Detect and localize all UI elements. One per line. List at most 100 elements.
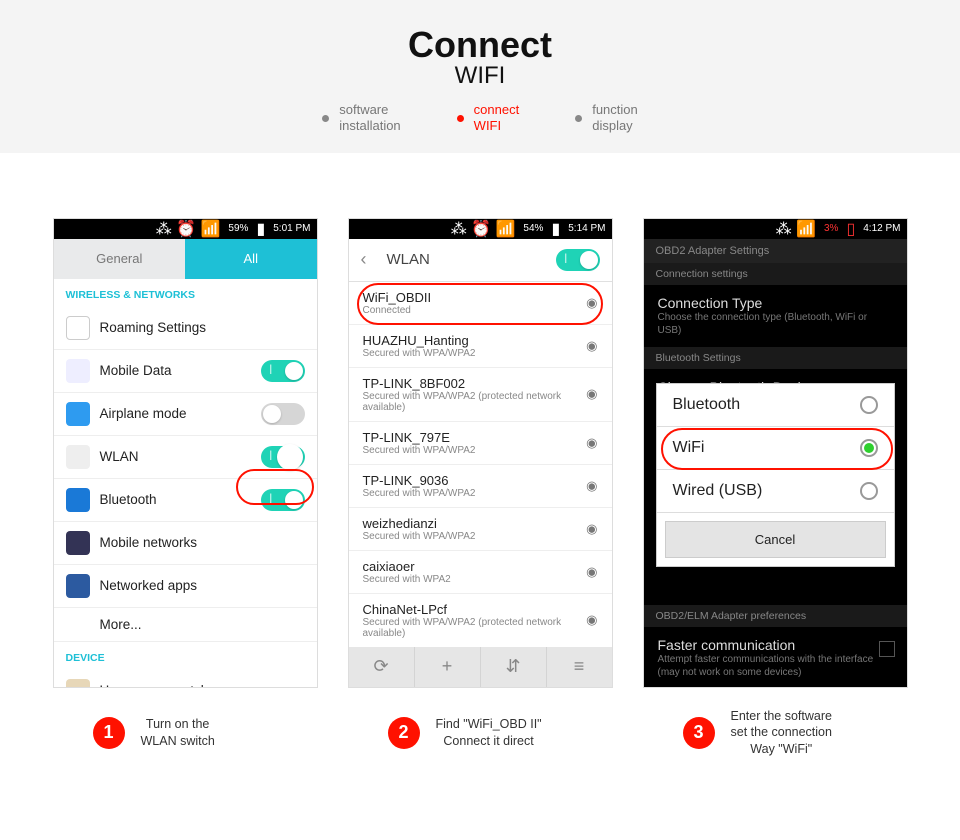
status-bar: ⁂ 📶 3% ▯ 4:12 PM bbox=[644, 219, 907, 239]
settings-row[interactable]: More... bbox=[54, 608, 317, 642]
settings-row[interactable]: Networked apps bbox=[54, 565, 317, 608]
status-icons: ⁂ ⏰ 📶 bbox=[451, 219, 516, 239]
wifi-network-row[interactable]: TP-LINK_797ESecured with WPA/WPA2◉ bbox=[349, 422, 612, 465]
wifi-network-row[interactable]: TP-LINK_8BF002Secured with WPA/WPA2 (pro… bbox=[349, 368, 612, 422]
settings-row[interactable]: Airplane mode bbox=[54, 393, 317, 436]
connection-option[interactable]: Wired (USB) bbox=[657, 470, 894, 513]
faster-comm-row[interactable]: Faster communication Attempt faster comm… bbox=[644, 627, 907, 688]
row-label: Home screen style bbox=[100, 683, 305, 688]
nav-step-1[interactable]: connect WIFI bbox=[457, 102, 520, 135]
radio-icon[interactable] bbox=[860, 396, 878, 414]
nav-label: function display bbox=[592, 102, 638, 135]
cancel-button[interactable]: Cancel bbox=[665, 521, 886, 558]
settings-row[interactable]: Home screen style bbox=[54, 670, 317, 688]
wifi-status: Secured with WPA2 bbox=[363, 574, 598, 585]
status-bar: ⁂ ⏰ 📶 54% ▮ 5:14 PM bbox=[349, 219, 612, 239]
option-label: Wired (USB) bbox=[673, 482, 763, 500]
connection-option[interactable]: Bluetooth bbox=[657, 384, 894, 427]
row-icon bbox=[66, 531, 90, 555]
faster-comm-sub: Attempt faster communications with the i… bbox=[658, 653, 893, 679]
phone-3-frame: ⁂ 📶 3% ▯ 4:12 PM OBD2 Adapter Settings C… bbox=[643, 218, 908, 688]
clock: 4:12 PM bbox=[863, 223, 900, 234]
wlan-header: ‹ WLAN bbox=[349, 239, 612, 282]
nav-label: connect WIFI bbox=[474, 102, 520, 135]
wifi-list: WiFi_OBDIIConnected◉HUAZHU_HantingSecure… bbox=[349, 282, 612, 648]
radio-icon[interactable] bbox=[860, 482, 878, 500]
wifi-network-row[interactable]: ChinaNet-LPcfSecured with WPA/WPA2 (prot… bbox=[349, 594, 612, 648]
phone-3: ⁂ 📶 3% ▯ 4:12 PM OBD2 Adapter Settings C… bbox=[643, 218, 908, 688]
wifi-name: TP-LINK_797E bbox=[363, 430, 598, 445]
header-title-2: WIFI bbox=[0, 62, 960, 90]
wlan-title: WLAN bbox=[379, 251, 556, 268]
faster-comm-title: Faster communication bbox=[658, 637, 893, 653]
row-icon bbox=[66, 445, 90, 469]
battery-icon: ▯ bbox=[846, 219, 855, 239]
section-header: DEVICE bbox=[54, 642, 317, 670]
section-header: WIRELESS & NETWORKS bbox=[54, 279, 317, 307]
toggle-switch[interactable] bbox=[261, 360, 305, 382]
step-number-badge: 2 bbox=[388, 717, 420, 749]
row-label: Airplane mode bbox=[100, 406, 261, 421]
caption-step: 3Enter the software set the connection W… bbox=[643, 708, 908, 759]
wifi-name: TP-LINK_8BF002 bbox=[363, 376, 598, 391]
row-label: WLAN bbox=[100, 449, 261, 464]
wifi-status: Secured with WPA/WPA2 bbox=[363, 348, 598, 359]
row-label: Mobile Data bbox=[100, 363, 261, 378]
row-icon bbox=[66, 402, 90, 426]
row-label: Mobile networks bbox=[100, 535, 305, 550]
toggle-switch[interactable] bbox=[261, 403, 305, 425]
refresh-icon[interactable]: ⟳ bbox=[349, 647, 415, 687]
connection-settings-header: Connection settings bbox=[644, 263, 907, 285]
wifi-name: TP-LINK_9036 bbox=[363, 473, 598, 488]
row-icon bbox=[66, 679, 90, 688]
toggle-switch[interactable] bbox=[261, 446, 305, 468]
option-label: Bluetooth bbox=[673, 396, 741, 414]
phone-1: ⁂ ⏰ 📶 59% ▮ 5:01 PM General All WIRELESS… bbox=[53, 218, 318, 688]
screenshots-row: ⁂ ⏰ 📶 59% ▮ 5:01 PM General All WIRELESS… bbox=[0, 218, 960, 688]
row-icon bbox=[66, 359, 90, 383]
wifi-network-row[interactable]: caixiaoerSecured with WPA2◉ bbox=[349, 551, 612, 594]
wifi-direct-icon[interactable]: ⇵ bbox=[481, 647, 547, 687]
adapter-prefs-header: OBD2/ELM Adapter preferences bbox=[644, 605, 907, 627]
wifi-signal-icon: ◉ bbox=[586, 435, 597, 451]
status-icons: ⁂ 📶 bbox=[776, 219, 816, 239]
step-number-badge: 1 bbox=[93, 717, 125, 749]
obd-highlight-circle bbox=[357, 283, 603, 325]
row-label: Roaming Settings bbox=[100, 320, 305, 335]
battery-percent: 3% bbox=[824, 223, 838, 234]
clock: 5:14 PM bbox=[568, 223, 605, 234]
nav-dot-icon bbox=[322, 115, 329, 122]
wifi-name: caixiaoer bbox=[363, 559, 598, 574]
battery-percent: 59% bbox=[228, 223, 248, 234]
checkbox-icon[interactable] bbox=[879, 641, 895, 657]
wifi-network-row[interactable]: TP-LINK_9036Secured with WPA/WPA2◉ bbox=[349, 465, 612, 508]
battery-icon: ▮ bbox=[551, 219, 560, 239]
wlan-highlight-circle bbox=[236, 469, 314, 505]
caption-step: 1Turn on the WLAN switch bbox=[53, 708, 318, 759]
add-icon[interactable]: + bbox=[415, 647, 481, 687]
connection-type-row[interactable]: Connection Type Choose the connection ty… bbox=[644, 285, 907, 347]
settings-row[interactable]: Mobile networks bbox=[54, 522, 317, 565]
nav-step-0[interactable]: software installation bbox=[322, 102, 400, 135]
wlan-toggle[interactable] bbox=[556, 249, 600, 271]
phone-1-frame: ⁂ ⏰ 📶 59% ▮ 5:01 PM General All WIRELESS… bbox=[53, 218, 318, 688]
wifi-network-row[interactable]: weizhedianziSecured with WPA/WPA2◉ bbox=[349, 508, 612, 551]
nav-dot-icon bbox=[457, 115, 464, 122]
step-caption: Enter the software set the connection Wa… bbox=[731, 708, 832, 759]
connection-type-dialog: BluetoothWiFiWired (USB) Cancel bbox=[656, 383, 895, 567]
status-icons: ⁂ ⏰ 📶 bbox=[156, 219, 221, 239]
wifi-signal-icon: ◉ bbox=[586, 612, 597, 628]
status-bar: ⁂ ⏰ 📶 59% ▮ 5:01 PM bbox=[54, 219, 317, 239]
back-icon[interactable]: ‹ bbox=[361, 249, 379, 270]
phone-2-frame: ⁂ ⏰ 📶 54% ▮ 5:14 PM ‹ WLAN WiFi_OBDIICon… bbox=[348, 218, 613, 688]
phone-2: ⁂ ⏰ 📶 54% ▮ 5:14 PM ‹ WLAN WiFi_OBDIICon… bbox=[348, 218, 613, 688]
nav-step-2[interactable]: function display bbox=[575, 102, 638, 135]
tab-general[interactable]: General bbox=[54, 239, 186, 279]
menu-icon[interactable]: ≡ bbox=[547, 647, 612, 687]
wifi-signal-icon: ◉ bbox=[586, 338, 597, 354]
wifi-bottom-bar: ⟳ + ⇵ ≡ bbox=[349, 647, 612, 687]
settings-row[interactable]: Roaming Settings bbox=[54, 307, 317, 350]
settings-row[interactable]: Mobile Data bbox=[54, 350, 317, 393]
tab-all[interactable]: All bbox=[185, 239, 317, 279]
wifi-network-row[interactable]: HUAZHU_HantingSecured with WPA/WPA2◉ bbox=[349, 325, 612, 368]
